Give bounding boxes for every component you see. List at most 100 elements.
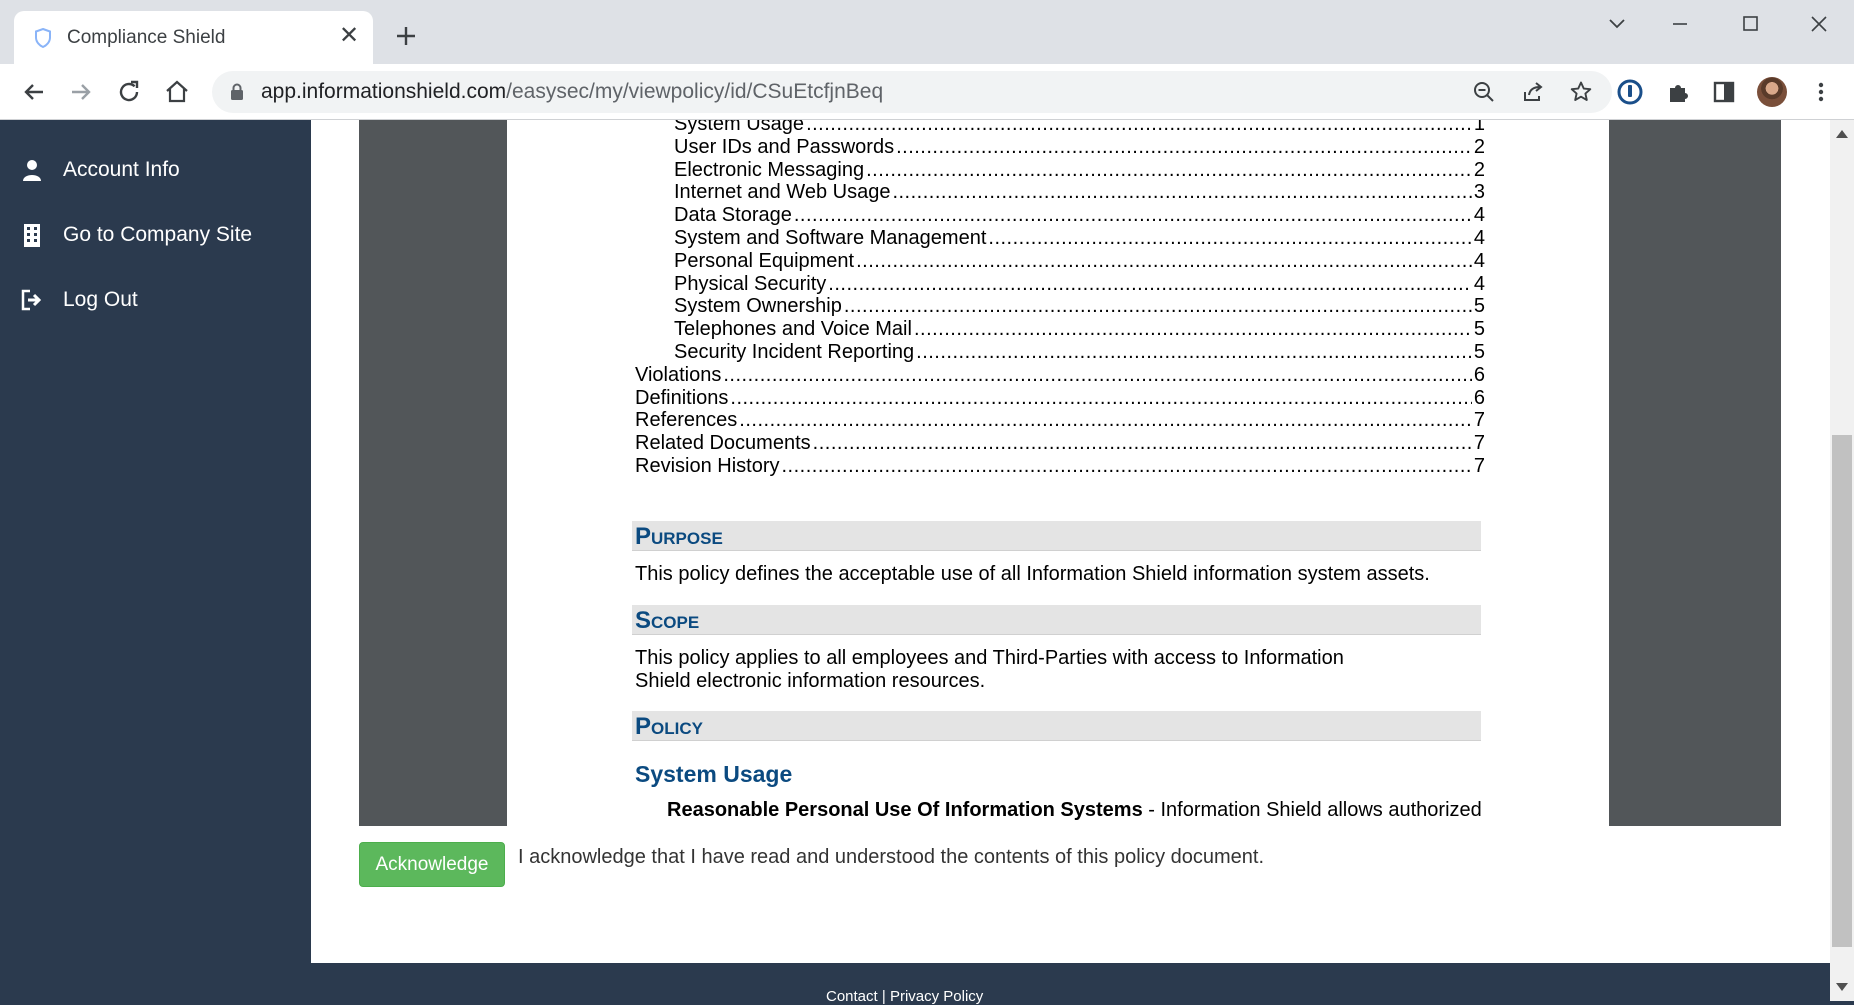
url-text[interactable]: app.informationshield.com/easysec/my/vie… [261,80,883,104]
scroll-up-arrow-icon[interactable] [1836,130,1848,138]
toc-page-number: 4 [1473,227,1485,249]
toc-entry-title: Related Documents [635,432,811,455]
purpose-text: This policy defines the acceptable use o… [635,563,1430,585]
sidebar-item-label: Go to Company Site [63,223,253,246]
side-panel-icon[interactable] [1710,78,1738,106]
password-manager-icon[interactable] [1616,78,1644,106]
browser-toolbar: app.informationshield.com/easysec/my/vie… [0,64,1854,120]
toc-row: Telephones and Voice Mail...............… [674,318,1485,341]
sidebar-item-account-info[interactable]: Account Info [20,154,180,186]
footer-contact-link[interactable]: Contact [826,988,878,1005]
share-icon[interactable] [1521,80,1545,104]
policy-heading: Policy [635,713,703,740]
toc-page-number: 5 [1473,341,1485,363]
page-body: Account Info Go to Company Site Log Out … [0,120,1830,1005]
toc-row: References..............................… [635,409,1485,432]
acknowledge-statement: I acknowledge that I have read and under… [518,846,1265,868]
bookmark-star-icon[interactable] [1569,80,1593,104]
tab-title: Compliance Shield [67,27,226,48]
toc-row: System and Software Management..........… [674,227,1485,250]
pdf-viewer[interactable]: System Usage............................… [359,120,1781,826]
scope-heading: Scope [635,607,700,634]
toc-page-number: 5 [1473,318,1485,341]
toc-entry-title: Data Storage [674,204,792,227]
minimize-icon[interactable] [1660,12,1700,36]
toc-entry-title: Telephones and Voice Mail [674,318,912,341]
toc-leader-dots: ........................................… [896,135,1472,158]
url-path: /easysec/my/viewpolicy/id/CSuEtcfjnBeq [506,80,884,103]
system-usage-heading: System Usage [635,761,793,787]
toc-leader-dots: ........................................… [866,158,1472,181]
toc-page-number: 4 [1473,249,1485,272]
sidebar-item-label: Account Info [63,158,180,181]
maximize-icon[interactable] [1730,12,1770,36]
toc-row: System Ownership........................… [674,295,1485,318]
toc-row: Revision History........................… [635,455,1485,478]
kebab-menu-icon[interactable] [1807,78,1835,106]
home-icon[interactable] [161,76,193,108]
toc-entry-title: References [635,409,738,432]
scroll-down-arrow-icon[interactable] [1836,983,1848,991]
lock-icon[interactable] [230,83,244,101]
close-window-icon[interactable] [1799,12,1839,36]
user-icon [23,160,41,181]
tab-close-icon[interactable]: ✕ [336,23,362,49]
toc-page-number: 4 [1473,204,1485,227]
sidebar-item-company-site[interactable]: Go to Company Site [20,219,252,251]
page-scrollbar[interactable] [1830,120,1854,1001]
toc-entry-title: Security Incident Reporting [674,341,915,363]
toc-row: Data Storage............................… [674,204,1485,227]
toc-entry-title: System Ownership [674,295,842,318]
footer-separator: | [881,988,886,1005]
toc-row: Physical Security.......................… [674,272,1485,296]
toc-row: Violations..............................… [635,363,1485,387]
toc-page-number: 2 [1473,135,1485,158]
toc-entry-title: Physical Security [674,272,827,295]
toc-row: Internet and Web Usage..................… [674,181,1485,204]
toc-leader-dots: ........................................… [793,204,1472,227]
toc-page-number: 1 [1473,120,1485,135]
back-arrow-icon[interactable] [18,76,50,108]
toc-leader-dots: ........................................… [916,341,1472,363]
toc-entry-title: User IDs and Passwords [674,135,895,158]
scope-section-bar: Scope [632,605,1481,635]
toc-leader-dots: ........................................… [843,295,1472,318]
toc-entry-title: Internet and Web Usage [674,181,891,204]
toc-page-number: 7 [1473,455,1485,477]
page-scrollbar-thumb[interactable] [1832,435,1852,947]
footer-privacy-link[interactable]: Privacy Policy [890,988,983,1005]
new-tab-icon[interactable] [392,22,420,50]
toc-page-number: 7 [1473,432,1485,455]
browser-tabstrip: Compliance Shield ✕ [0,0,1854,64]
extensions-puzzle-icon[interactable] [1664,78,1692,106]
sidebar-item-logout[interactable]: Log Out [20,284,138,316]
address-bar[interactable]: app.informationshield.com/easysec/my/vie… [212,71,1612,113]
rule-text: - Information Shield allows authorized [1142,799,1482,821]
toc-entry-title: System Usage [674,120,805,135]
browser-tab[interactable]: Compliance Shield ✕ [14,11,373,64]
shield-icon [35,28,51,48]
profile-avatar[interactable] [1757,77,1787,107]
toc-entry-title: Revision History [635,455,780,477]
reload-icon[interactable] [113,76,145,108]
policy-section-bar: Policy [632,711,1481,741]
building-icon [24,224,40,247]
toc-entry-title: Violations [635,363,722,386]
toc-page-number: 7 [1473,409,1485,432]
forward-arrow-icon[interactable] [65,76,97,108]
toc-row: Related Documents.......................… [635,432,1485,455]
toc-leader-dots: ........................................… [856,249,1472,272]
toc-row: User IDs and Passwords..................… [674,135,1485,159]
toc-row: Electronic Messaging....................… [674,158,1485,182]
toc-leader-dots: ........................................… [828,272,1472,295]
zoom-out-icon[interactable] [1472,80,1496,104]
rule-paragraph: Reasonable Personal Use Of Information S… [667,799,1487,822]
toc-page-number: 3 [1473,181,1485,204]
chevron-down-icon[interactable] [1597,12,1637,36]
acknowledge-button[interactable]: Acknowledge [359,842,505,887]
toc-leader-dots: ........................................… [892,181,1472,204]
toc-leader-dots: ........................................… [812,432,1472,455]
toc-leader-dots: ........................................… [913,318,1472,341]
purpose-heading: Purpose [635,523,723,550]
toc-row: System Usage............................… [674,120,1485,136]
